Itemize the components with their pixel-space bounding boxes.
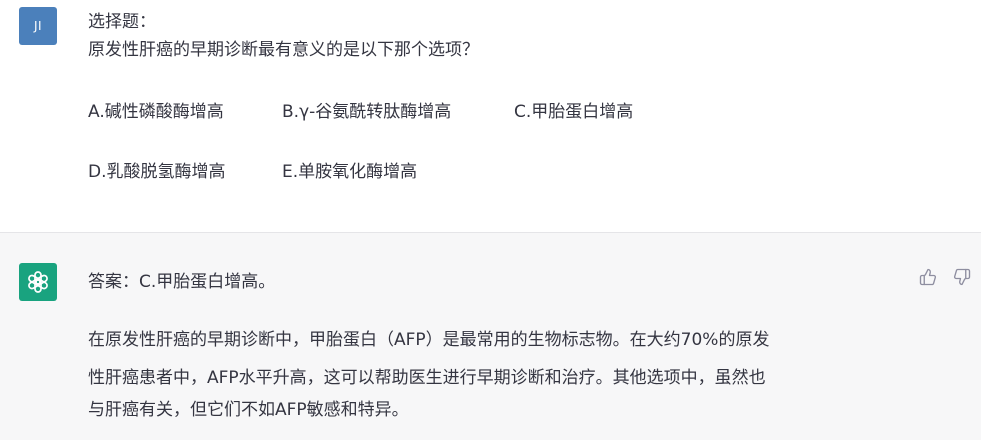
explanation-line-2: 性肝癌患者中，AFP水平升高，这可以帮助医生进行早期诊断和治疗。其他选项中，虽然… <box>88 368 766 388</box>
option-b: B.γ-谷氨酰转肽酶增高 <box>282 102 452 122</box>
option-a: A.碱性磷酸酶增高 <box>88 102 224 122</box>
thumbs-up-icon <box>919 268 937 286</box>
user-avatar: JI <box>19 7 57 45</box>
explanation-line-1: 在原发性肝癌的早期诊断中，甲胎蛋白（AFP）是最常用的生物标志物。在大约70%的… <box>88 330 770 350</box>
question-text: 原发性肝癌的早期诊断最有意义的是以下那个选项？ <box>88 40 479 60</box>
assistant-avatar <box>19 263 57 301</box>
thumbs-down-button[interactable] <box>952 267 972 287</box>
user-avatar-initials: JI <box>33 19 43 33</box>
assistant-message: 答案：C.甲胎蛋白增高。 在原发性肝癌的早期诊断中，甲胎蛋白（AFP）是最常用的… <box>0 233 981 440</box>
openai-logo-icon <box>28 271 48 293</box>
thumbs-down-icon <box>953 268 971 286</box>
option-c: C.甲胎蛋白增高 <box>514 102 634 122</box>
question-type: 选择题： <box>88 12 156 32</box>
option-e: E.单胺氧化酶增高 <box>282 162 418 182</box>
user-message: JI 选择题： 原发性肝癌的早期诊断最有意义的是以下那个选项？ A.碱性磷酸酶增… <box>0 0 981 233</box>
answer-line: 答案：C.甲胎蛋白增高。 <box>88 272 276 292</box>
thumbs-up-button[interactable] <box>918 267 938 287</box>
explanation-line-3: 与肝癌有关，但它们不如AFP敏感和特异。 <box>88 400 409 420</box>
option-d: D.乳酸脱氢酶增高 <box>88 162 226 182</box>
